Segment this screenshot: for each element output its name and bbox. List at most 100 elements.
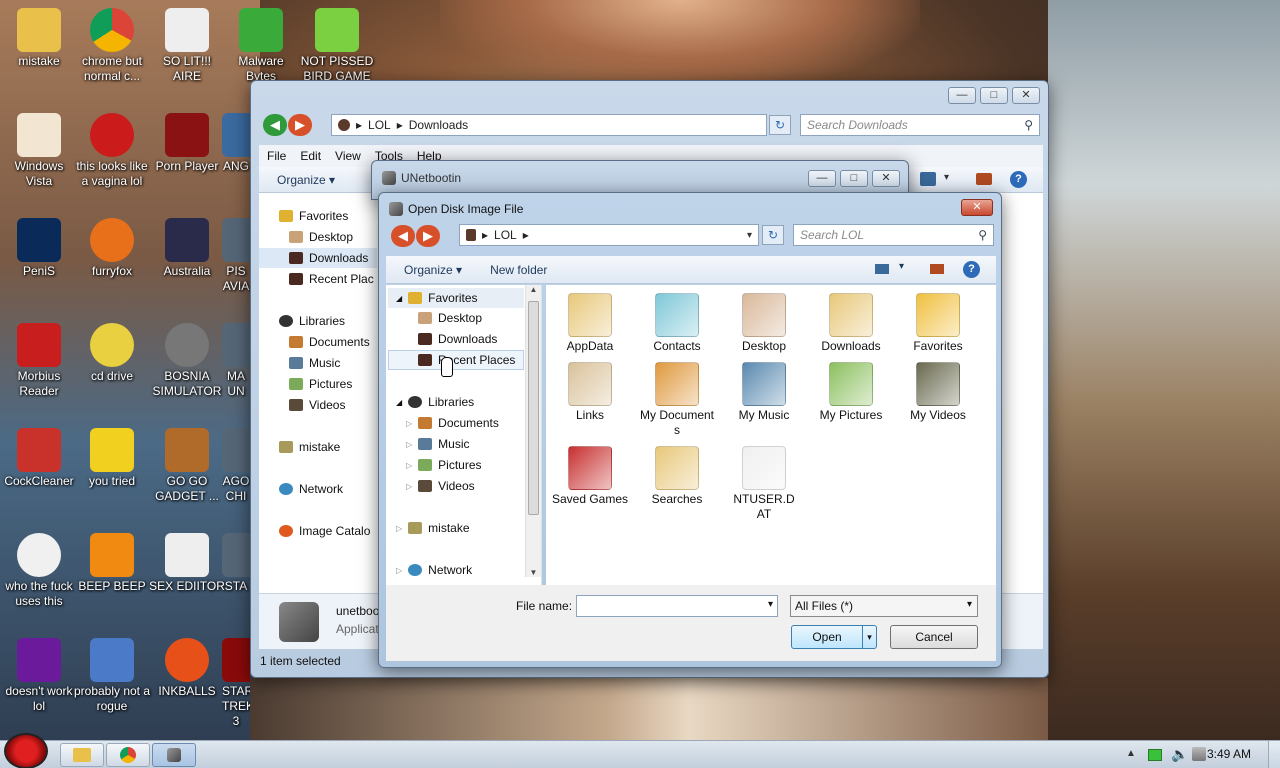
preview-pane-icon[interactable] bbox=[976, 173, 992, 185]
open-button[interactable]: Open ▾ bbox=[791, 625, 877, 649]
nav-music[interactable]: Music bbox=[289, 356, 340, 370]
desktop-icon-go-go-gadget[interactable]: GO GO GADGET ... bbox=[148, 428, 226, 504]
battery-icon[interactable] bbox=[1148, 749, 1162, 761]
file-item[interactable]: Favorites bbox=[898, 293, 978, 354]
desktop-icon-probably-not-a-rogue[interactable]: probably not a rogue bbox=[73, 638, 151, 714]
desktop-icon-porn-player[interactable]: Porn Player bbox=[148, 113, 226, 174]
desktop-icon-cockcleaner[interactable]: CockCleaner bbox=[0, 428, 78, 489]
refresh-icon[interactable]: ↻ bbox=[769, 115, 791, 135]
refresh-icon[interactable]: ↻ bbox=[762, 225, 784, 245]
desktop-icon-ago-chi[interactable]: AGO CHI bbox=[222, 428, 250, 504]
desktop-icon-who-the-fuck-uses-this[interactable]: who the fuck uses this bbox=[0, 533, 78, 609]
nav-favorites[interactable]: Favorites bbox=[279, 209, 348, 223]
network-tray-icon[interactable] bbox=[1192, 747, 1206, 761]
file-item[interactable]: My Videos bbox=[898, 362, 978, 423]
chevron-down-icon[interactable]: ▾ bbox=[899, 261, 904, 272]
forward-button[interactable]: ▶ bbox=[288, 114, 312, 136]
nav-mistake[interactable]: mistake bbox=[279, 440, 340, 454]
nav-pictures[interactable]: Pictures bbox=[289, 377, 352, 391]
taskbar-chrome-button[interactable] bbox=[106, 743, 150, 767]
close-button[interactable]: ✕ bbox=[872, 170, 900, 187]
desktop-icon-pis-avia[interactable]: PIS AVIA bbox=[222, 218, 250, 294]
taskbar-unetbootin-button[interactable] bbox=[152, 743, 196, 767]
address-current[interactable]: Downloads bbox=[409, 118, 468, 132]
menu-file[interactable]: File bbox=[267, 149, 286, 163]
organize-button[interactable]: Organize ▾ bbox=[404, 263, 462, 277]
desktop-icon-malware-bytes[interactable]: Malware Bytes bbox=[222, 8, 300, 84]
nav-downloads[interactable]: Downloads bbox=[418, 332, 497, 346]
nav-libraries[interactable]: Libraries bbox=[279, 314, 345, 328]
nav-videos[interactable]: ▷ Videos bbox=[406, 479, 475, 493]
desktop-icon-star-trek-3[interactable]: STAR TREK 3 bbox=[222, 638, 250, 729]
open-dialog[interactable]: Open Disk Image File ✕ ◀ ▶ ▸ LOL ▸ ▾ ↻ S… bbox=[378, 192, 1002, 668]
chevron-down-icon[interactable]: ▾ bbox=[944, 172, 949, 183]
desktop-icon-you-tried[interactable]: you tried bbox=[73, 428, 151, 489]
file-item[interactable]: NTUSER.DAT bbox=[724, 446, 804, 522]
nav-network[interactable]: Network bbox=[279, 482, 343, 496]
back-button[interactable]: ◀ bbox=[391, 225, 415, 247]
close-button[interactable]: ✕ bbox=[961, 199, 993, 216]
split-dropdown-icon[interactable]: ▾ bbox=[862, 626, 876, 648]
view-icon[interactable] bbox=[875, 264, 889, 274]
maximize-button[interactable]: □ bbox=[840, 170, 868, 187]
desktop-icon-penis[interactable]: PeniS bbox=[0, 218, 78, 279]
taskbar-explorer-button[interactable] bbox=[60, 743, 104, 767]
file-item[interactable]: Saved Games bbox=[550, 446, 630, 507]
desktop-icon-mistake[interactable]: mistake bbox=[0, 8, 78, 69]
forward-button[interactable]: ▶ bbox=[416, 225, 440, 247]
address-root[interactable]: LOL bbox=[368, 118, 391, 132]
file-item[interactable]: Links bbox=[550, 362, 630, 423]
desktop-icon-beep-beep[interactable]: BEEP BEEP bbox=[73, 533, 151, 594]
file-item[interactable]: My Music bbox=[724, 362, 804, 423]
tray-chevron-icon[interactable]: ▲ bbox=[1126, 748, 1136, 759]
desktop-icon-sex-ediitor[interactable]: SEX EDIITOR bbox=[148, 533, 226, 594]
scroll-up-icon[interactable]: ▲ bbox=[526, 285, 541, 294]
desktop-icon-doesn-t-work-lol[interactable]: doesn't work lol bbox=[0, 638, 78, 714]
desktop-icon-this-looks-like-a-vagina-lol[interactable]: this looks like a vagina lol bbox=[73, 113, 151, 189]
desktop-icon-ma-un[interactable]: MA UN bbox=[222, 323, 250, 399]
cancel-button[interactable]: Cancel bbox=[890, 625, 978, 649]
desktop-icon-ang[interactable]: ANG bbox=[222, 113, 250, 174]
help-icon[interactable]: ? bbox=[1010, 171, 1027, 188]
nav-recent[interactable]: Recent Plac bbox=[289, 272, 374, 286]
clock[interactable]: 3:49 AM bbox=[1207, 747, 1251, 761]
address-dropdown-icon[interactable]: ▾ bbox=[747, 230, 752, 241]
nav-downloads[interactable]: Downloads bbox=[259, 248, 377, 268]
file-item[interactable]: Desktop bbox=[724, 293, 804, 354]
desktop-icon-morbius-reader[interactable]: Morbius Reader bbox=[0, 323, 78, 399]
nav-network[interactable]: ▷ Network bbox=[396, 563, 472, 577]
nav-desktop[interactable]: Desktop bbox=[418, 311, 482, 325]
explorer-search-input[interactable]: Search Downloads ⚲ bbox=[800, 114, 1040, 136]
scroll-thumb[interactable] bbox=[528, 301, 539, 515]
minimize-button[interactable]: — bbox=[948, 87, 976, 104]
explorer-address-bar[interactable]: ▸ LOL ▸ Downloads bbox=[331, 114, 767, 136]
new-folder-button[interactable]: New folder bbox=[490, 263, 547, 277]
nav-image-catalog[interactable]: Image Catalo bbox=[279, 524, 370, 538]
nav-videos[interactable]: Videos bbox=[289, 398, 345, 412]
back-button[interactable]: ◀ bbox=[263, 114, 287, 136]
nav-favorites[interactable]: ◢ Favorites bbox=[388, 288, 524, 308]
desktop-icon-bosnia-simulator[interactable]: BOSNIA SIMULATOR bbox=[148, 323, 226, 399]
file-item[interactable]: My Documents bbox=[637, 362, 717, 438]
file-item[interactable]: Contacts bbox=[637, 293, 717, 354]
nav-libraries[interactable]: ◢ Libraries bbox=[396, 395, 474, 409]
nav-music[interactable]: ▷ Music bbox=[406, 437, 470, 451]
desktop-icon-so-lit-aire[interactable]: SO LIT!!! AIRE bbox=[148, 8, 226, 84]
volume-icon[interactable]: 🔈 bbox=[1171, 746, 1188, 763]
desktop-icon-cd-drive[interactable]: cd drive bbox=[73, 323, 151, 384]
chevron-down-icon[interactable]: ▾ bbox=[768, 599, 773, 610]
file-item[interactable]: AppData bbox=[550, 293, 630, 354]
preview-pane-icon[interactable] bbox=[930, 264, 944, 274]
minimize-button[interactable]: — bbox=[808, 170, 836, 187]
nav-documents[interactable]: ▷ Documents bbox=[406, 416, 499, 430]
desktop-icon-not-pissed-bird-game[interactable]: NOT PISSED BIRD GAME bbox=[298, 8, 376, 84]
address-root[interactable]: LOL bbox=[494, 228, 517, 242]
desktop-icon-australia[interactable]: Australia bbox=[148, 218, 226, 279]
dialog-address-bar[interactable]: ▸ LOL ▸ ▾ bbox=[459, 224, 759, 246]
nav-mistake[interactable]: ▷ mistake bbox=[396, 521, 470, 535]
desktop-icon-chrome-but-normal-c[interactable]: chrome but normal c... bbox=[73, 8, 151, 84]
nav-documents[interactable]: Documents bbox=[289, 335, 370, 349]
menu-view[interactable]: View bbox=[335, 149, 361, 163]
nav-scrollbar[interactable]: ▲ ▼ bbox=[525, 285, 541, 577]
scroll-down-icon[interactable]: ▼ bbox=[526, 568, 541, 577]
